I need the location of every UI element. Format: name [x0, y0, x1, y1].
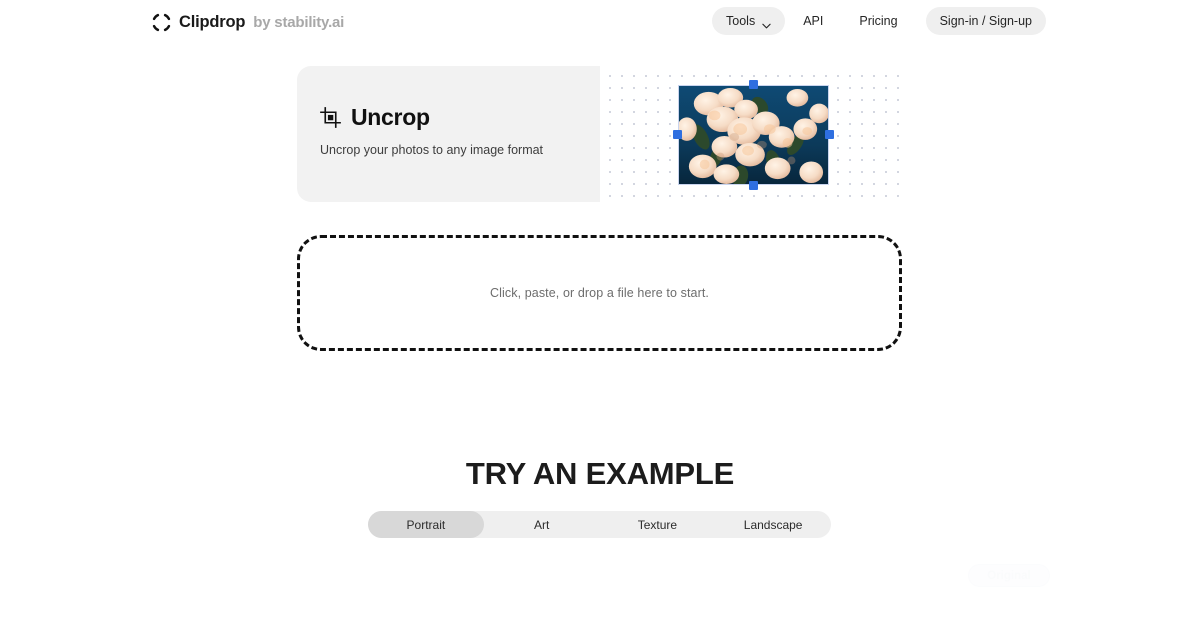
- resize-handle-right[interactable]: [825, 130, 834, 139]
- site-header: Clipdrop by stability.ai Tools API Prici…: [0, 0, 1200, 42]
- tab-landscape[interactable]: Landscape: [715, 511, 831, 538]
- nav-item-api[interactable]: API: [785, 7, 841, 35]
- preview-selection[interactable]: [673, 80, 834, 190]
- original-badge[interactable]: Original: [968, 564, 1050, 587]
- example-category-tabs: Portrait Art Texture Landscape: [368, 511, 831, 538]
- resize-handle-bottom[interactable]: [749, 181, 758, 190]
- file-dropzone[interactable]: Click, paste, or drop a file here to sta…: [297, 235, 902, 351]
- tab-texture[interactable]: Texture: [600, 511, 716, 538]
- primary-nav: Tools API Pricing Sign-in / Sign-up: [712, 7, 1046, 35]
- tools-label: Tools: [726, 14, 756, 28]
- crop-icon: [320, 107, 341, 128]
- preview-image: [678, 85, 829, 185]
- tab-portrait[interactable]: Portrait: [368, 511, 484, 538]
- resize-handle-top[interactable]: [749, 80, 758, 89]
- try-an-example-heading: TRY AN EXAMPLE: [465, 456, 735, 491]
- tab-art[interactable]: Art: [484, 511, 600, 538]
- chevron-down-icon: [762, 18, 771, 29]
- dropzone-label: Click, paste, or drop a file here to sta…: [490, 286, 709, 300]
- uncrop-tool-card: Uncrop Uncrop your photos to any image f…: [297, 66, 902, 202]
- tool-card-preview-area: [600, 66, 902, 202]
- tool-subtitle: Uncrop your photos to any image format: [320, 143, 544, 157]
- brand-logo[interactable]: Clipdrop by stability.ai: [152, 11, 344, 33]
- clipdrop-logo-icon: [152, 13, 171, 32]
- tool-title-row: Uncrop: [320, 105, 600, 130]
- tool-card-info: Uncrop Uncrop your photos to any image f…: [297, 66, 600, 202]
- tools-dropdown-button[interactable]: Tools: [712, 7, 786, 35]
- page-title: Uncrop: [351, 104, 430, 130]
- nav-item-pricing[interactable]: Pricing: [841, 7, 915, 35]
- signin-signup-button[interactable]: Sign-in / Sign-up: [925, 7, 1046, 35]
- brand-name: Clipdrop: [179, 12, 246, 31]
- resize-handle-left[interactable]: [673, 130, 682, 139]
- brand-suffix: by stability.ai: [253, 13, 345, 31]
